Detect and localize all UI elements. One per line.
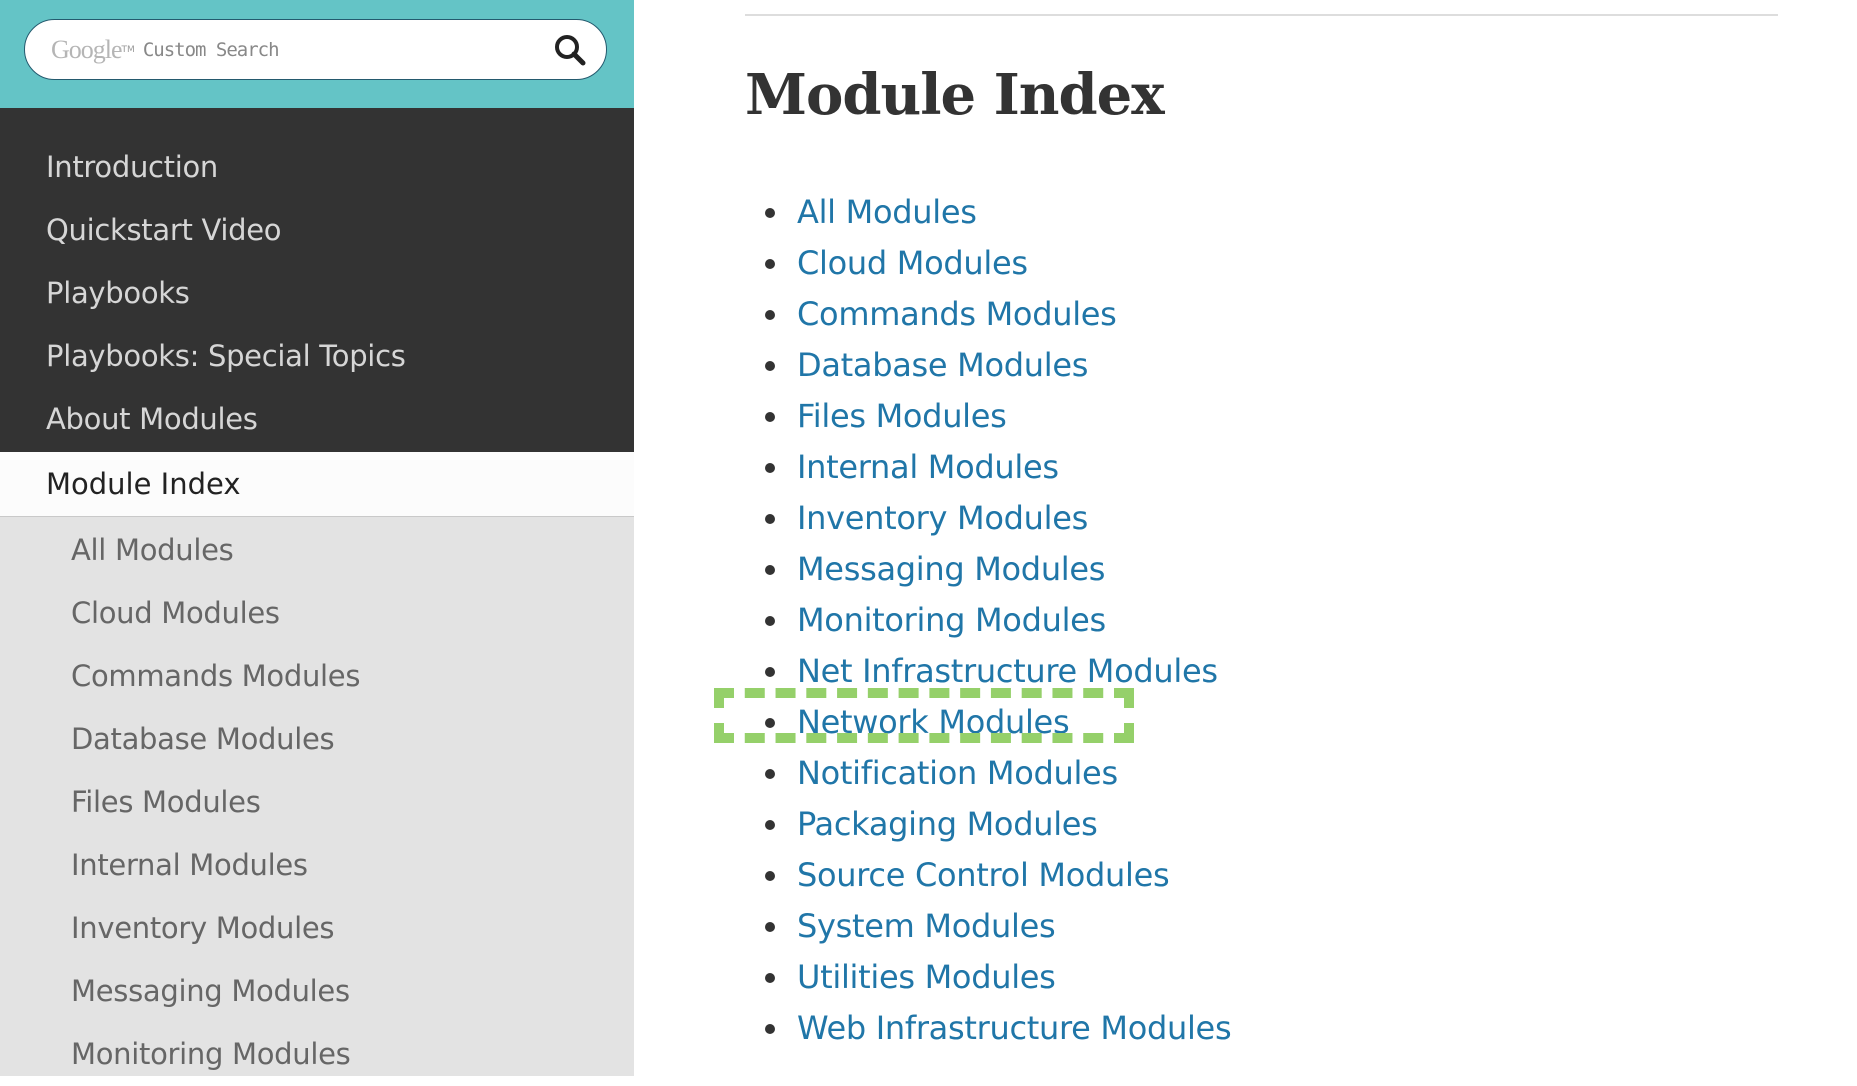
bullet-icon — [765, 615, 775, 626]
list-item: Inventory Modules — [745, 493, 1231, 544]
module-list: All Modules Cloud Modules Commands Modules… — [745, 187, 1232, 1054]
module-link[interactable]: Utilities Modules — [797, 952, 1056, 1003]
google-logo: Google — [51, 34, 123, 64]
nav-about-modules[interactable]: About Modules — [0, 388, 634, 451]
list-item: Packaging Modules — [745, 799, 1231, 850]
module-link[interactable]: System Modules — [797, 901, 1056, 952]
list-item: Database Modules — [745, 340, 1231, 391]
module-link[interactable]: Packaging Modules — [797, 799, 1098, 850]
list-item: Utilities Modules — [745, 952, 1231, 1003]
bullet-icon — [765, 1023, 775, 1034]
search-placeholder: Custom Search — [142, 38, 280, 61]
module-link[interactable]: Internal Modules — [797, 442, 1059, 493]
list-item: Commands Modules — [745, 289, 1231, 340]
search-icon[interactable] — [552, 32, 588, 68]
list-item: System Modules — [745, 901, 1231, 952]
list-item: Network Modules — [745, 697, 1231, 748]
page-title: Module Index — [745, 62, 1165, 128]
bullet-icon — [765, 258, 775, 269]
sub-nav-item[interactable]: Messaging Modules — [0, 960, 634, 1023]
module-link[interactable]: Monitoring Modules — [797, 595, 1106, 646]
list-item: Web Infrastructure Modules — [745, 1003, 1232, 1054]
bullet-icon — [765, 972, 775, 983]
module-link[interactable]: Files Modules — [797, 391, 1007, 442]
sidebar: Google TM Custom Search Introduction Quic… — [0, 0, 634, 1076]
bullet-icon — [765, 207, 775, 218]
bullet-icon — [765, 411, 775, 422]
module-link[interactable]: Web Infrastructure Modules — [797, 1003, 1232, 1054]
bullet-icon — [765, 870, 775, 881]
bullet-icon — [765, 513, 775, 524]
sub-nav-item[interactable]: Monitoring Modules — [0, 1023, 634, 1086]
bullet-icon — [765, 360, 775, 371]
list-item: Monitoring Modules — [745, 595, 1231, 646]
list-item: Internal Modules — [745, 442, 1231, 493]
nav-playbooks-special-topics[interactable]: Playbooks: Special Topics — [0, 325, 634, 388]
module-link[interactable]: Database Modules — [797, 340, 1088, 391]
bullet-icon — [765, 666, 775, 677]
sub-nav-item[interactable]: Files Modules — [0, 771, 634, 834]
nav-introduction[interactable]: Introduction — [0, 136, 634, 199]
module-link[interactable]: Network Modules — [797, 697, 1070, 748]
module-link[interactable]: Net Infrastructure Modules — [797, 646, 1218, 697]
sub-nav-item[interactable]: Internal Modules — [0, 834, 634, 897]
nav-module-index-active[interactable]: Module Index — [0, 452, 634, 517]
bullet-icon — [765, 564, 775, 575]
sub-nav-item[interactable]: Inventory Modules — [0, 897, 634, 960]
bullet-icon — [765, 768, 775, 779]
nav-quickstart-video[interactable]: Quickstart Video — [0, 199, 634, 262]
module-link[interactable]: Source Control Modules — [797, 850, 1170, 901]
list-item: Files Modules — [745, 391, 1231, 442]
sub-nav-item[interactable]: All Modules — [0, 519, 634, 582]
list-item: Cloud Modules — [745, 238, 1231, 289]
bullet-icon — [765, 819, 775, 830]
bullet-icon — [765, 309, 775, 320]
search-input[interactable]: Google TM Custom Search — [24, 19, 607, 80]
list-item: All Modules — [745, 187, 1231, 238]
module-link[interactable]: All Modules — [797, 187, 977, 238]
bullet-icon — [765, 462, 775, 473]
nav-playbooks[interactable]: Playbooks — [0, 262, 634, 325]
list-item: Messaging Modules — [745, 544, 1231, 595]
sub-nav-item[interactable]: Cloud Modules — [0, 582, 634, 645]
list-item: Net Infrastructure Modules — [745, 646, 1231, 697]
sub-nav-item[interactable]: Commands Modules — [0, 645, 634, 708]
module-link[interactable]: Commands Modules — [797, 289, 1117, 340]
module-link[interactable]: Messaging Modules — [797, 544, 1105, 595]
bullet-icon — [765, 921, 775, 932]
module-link[interactable]: Notification Modules — [797, 748, 1118, 799]
list-item: Notification Modules — [745, 748, 1231, 799]
module-link[interactable]: Inventory Modules — [797, 493, 1088, 544]
bullet-icon — [765, 717, 775, 728]
main-nav: Introduction Quickstart Video Playbooks … — [0, 108, 634, 452]
sub-nav: All Modules Cloud Modules Commands Modul… — [0, 517, 634, 1086]
divider — [745, 14, 1778, 16]
sub-nav-item[interactable]: Database Modules — [0, 708, 634, 771]
trademark: TM — [121, 44, 135, 55]
list-item: Source Control Modules — [745, 850, 1231, 901]
module-link[interactable]: Cloud Modules — [797, 238, 1028, 289]
search-area: Google TM Custom Search — [0, 0, 634, 108]
